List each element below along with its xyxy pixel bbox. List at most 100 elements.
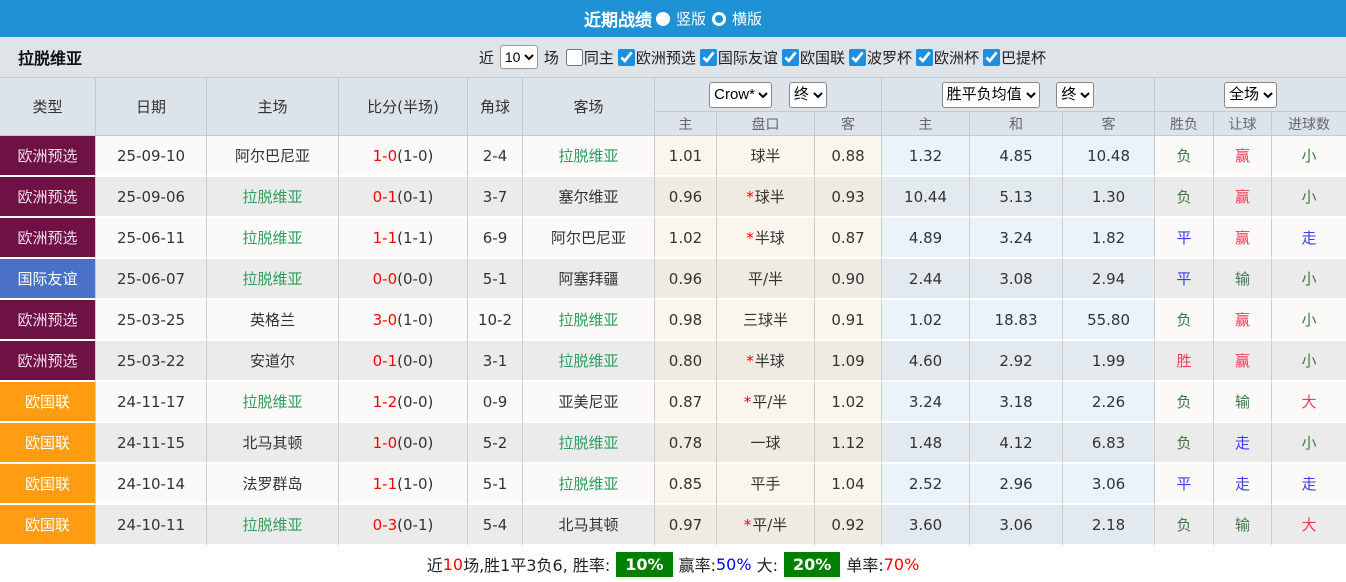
result-goals: 大 <box>1272 505 1346 546</box>
avg-win-odds: 1.48 <box>882 423 970 464</box>
radio-vertical-icon[interactable] <box>656 12 670 26</box>
match-date: 25-09-10 <box>96 136 207 177</box>
handicap-line: *半球 <box>717 218 815 259</box>
avg-draw-odds: 3.08 <box>970 259 1063 300</box>
score-cell: 1-1(1-1) <box>339 218 468 259</box>
filter-controls: 近 10 场 同主欧洲预选国际友谊欧国联波罗杯欧洲杯巴提杯 <box>479 45 1046 69</box>
col-header-away: 客场 <box>523 78 655 136</box>
filter-checkbox-label-1[interactable]: 欧洲预选 <box>636 47 696 68</box>
avg-time-select[interactable]: 终 <box>1056 82 1094 108</box>
summary-segment-9: 70% <box>884 555 920 574</box>
summary-footer: 近10场,胜1平3负6, 胜率:10%赢率:50% 大:20%单率:70% <box>0 546 1346 582</box>
filter-checkbox-5[interactable] <box>916 49 933 66</box>
score-cell: 1-1(1-0) <box>339 464 468 505</box>
subcol-wdl: 胜负 <box>1155 112 1214 136</box>
filter-checkbox-label-3[interactable]: 欧国联 <box>800 47 845 68</box>
corner-score: 3-7 <box>468 177 523 218</box>
filter-bar: 拉脱维亚 近 10 场 同主欧洲预选国际友谊欧国联波罗杯欧洲杯巴提杯 <box>0 37 1346 78</box>
avg-win-odds: 3.60 <box>882 505 970 546</box>
summary-segment-7: 20% <box>784 552 840 577</box>
odds-home: 0.97 <box>655 505 717 546</box>
scope-select[interactable]: 全场 <box>1224 82 1277 108</box>
scope-header: 全场 <box>1155 78 1346 112</box>
match-row: 欧国联24-10-14法罗群岛1-1(1-0)5-1拉脱维亚0.85平手1.04… <box>0 464 1346 505</box>
view-option-horizontal[interactable]: 横版 <box>732 8 762 29</box>
col-header-score: 比分(半场) <box>339 78 468 136</box>
result-goals: 小 <box>1272 177 1346 218</box>
odds-company-select[interactable]: Crow* <box>709 82 772 108</box>
result-goals: 小 <box>1272 259 1346 300</box>
filter-checkbox-1[interactable] <box>618 49 635 66</box>
avg-type-select[interactable]: 胜平负均值 <box>942 82 1040 108</box>
filter-checkbox-label-0[interactable]: 同主 <box>584 47 614 68</box>
subcol-goals: 进球数 <box>1272 112 1346 136</box>
result-handicap: 输 <box>1214 382 1272 423</box>
result-handicap: 赢 <box>1214 218 1272 259</box>
match-date: 24-11-17 <box>96 382 207 423</box>
result-wdl: 负 <box>1155 382 1214 423</box>
result-handicap: 赢 <box>1214 341 1272 382</box>
odds-time-select[interactable]: 终 <box>789 82 827 108</box>
subcol-avg-draw: 和 <box>970 112 1063 136</box>
corner-score: 5-1 <box>468 259 523 300</box>
score-cell: 0-1(0-0) <box>339 341 468 382</box>
avg-lose-odds: 1.30 <box>1063 177 1155 218</box>
radio-horizontal-icon[interactable] <box>712 12 726 26</box>
result-handicap: 赢 <box>1214 136 1272 177</box>
filter-checkbox-6[interactable] <box>983 49 1000 66</box>
league-checkbox-group: 同主 欧洲预选 国际友谊 欧国联 波罗杯 欧洲杯 巴提杯 <box>562 47 1046 68</box>
result-wdl: 负 <box>1155 300 1214 341</box>
match-row: 国际友谊25-06-07拉脱维亚0-0(0-0)5-1阿塞拜疆0.96平/半0.… <box>0 259 1346 300</box>
summary-segment-6: 大: <box>752 552 778 576</box>
away-team: 北马其顿 <box>523 505 655 546</box>
away-team: 阿塞拜疆 <box>523 259 655 300</box>
filter-checkbox-0[interactable] <box>566 49 583 66</box>
odds-away: 1.09 <box>815 341 882 382</box>
match-row: 欧国联24-11-15北马其顿1-0(0-0)5-2拉脱维亚0.78一球1.12… <box>0 423 1346 464</box>
filter-checkbox-label-5[interactable]: 欧洲杯 <box>934 47 979 68</box>
avg-draw-odds: 5.13 <box>970 177 1063 218</box>
filter-checkbox-label-4[interactable]: 波罗杯 <box>867 47 912 68</box>
odds-away: 0.93 <box>815 177 882 218</box>
filter-checkbox-4[interactable] <box>849 49 866 66</box>
home-team: 阿尔巴尼亚 <box>207 136 339 177</box>
avg-draw-odds: 3.18 <box>970 382 1063 423</box>
filter-checkbox-label-2[interactable]: 国际友谊 <box>718 47 778 68</box>
avg-lose-odds: 2.26 <box>1063 382 1155 423</box>
odds-company-header: Crow* 终 <box>655 78 882 112</box>
result-wdl: 负 <box>1155 177 1214 218</box>
result-goals: 小 <box>1272 423 1346 464</box>
result-handicap: 输 <box>1214 259 1272 300</box>
match-date: 24-11-15 <box>96 423 207 464</box>
odds-home: 0.96 <box>655 259 717 300</box>
avg-lose-odds: 3.06 <box>1063 464 1155 505</box>
avg-lose-odds: 1.99 <box>1063 341 1155 382</box>
filter-checkbox-label-6[interactable]: 巴提杯 <box>1001 47 1046 68</box>
view-option-vertical[interactable]: 竖版 <box>676 8 706 29</box>
avg-win-odds: 2.52 <box>882 464 970 505</box>
match-type-badge: 欧洲预选 <box>0 136 96 177</box>
matches-table: 类型 日期 主场 比分(半场) 角球 客场 Crow* 终 胜平负均值 终 全场… <box>0 78 1346 546</box>
match-type-badge: 欧洲预选 <box>0 177 96 218</box>
match-table-body: 欧洲预选25-09-10阿尔巴尼亚1-0(1-0)2-4拉脱维亚1.01球半0.… <box>0 136 1346 546</box>
match-row: 欧国联24-10-11拉脱维亚0-3(0-1)5-4北马其顿0.97*平/半0.… <box>0 505 1346 546</box>
away-team: 拉脱维亚 <box>523 341 655 382</box>
avg-win-odds: 4.89 <box>882 218 970 259</box>
corner-score: 5-2 <box>468 423 523 464</box>
handicap-line: *球半 <box>717 177 815 218</box>
handicap-line: 球半 <box>717 136 815 177</box>
filter-checkbox-2[interactable] <box>700 49 717 66</box>
odds-home: 0.87 <box>655 382 717 423</box>
away-team: 拉脱维亚 <box>523 136 655 177</box>
count-suffix-label: 场 <box>544 47 559 68</box>
filter-checkbox-3[interactable] <box>782 49 799 66</box>
avg-win-odds: 10.44 <box>882 177 970 218</box>
subcol-handicap-result: 让球 <box>1214 112 1272 136</box>
match-count-select[interactable]: 10 <box>500 45 538 69</box>
match-type-badge: 国际友谊 <box>0 259 96 300</box>
handicap-line: 一球 <box>717 423 815 464</box>
home-team: 英格兰 <box>207 300 339 341</box>
home-team: 北马其顿 <box>207 423 339 464</box>
home-team: 拉脱维亚 <box>207 177 339 218</box>
avg-win-odds: 3.24 <box>882 382 970 423</box>
